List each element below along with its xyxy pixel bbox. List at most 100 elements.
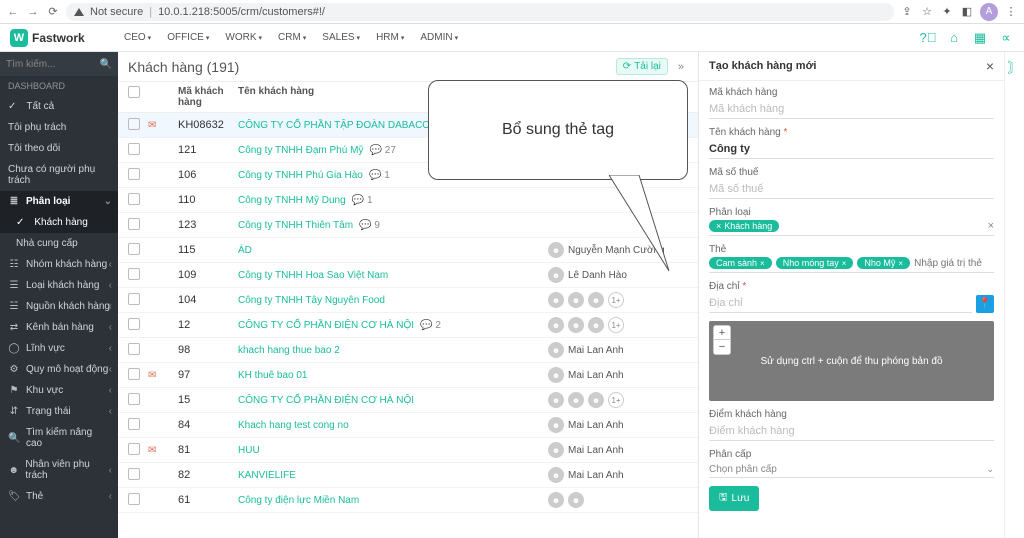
tag-chip[interactable]: Cam sành × bbox=[709, 257, 772, 269]
close-icon[interactable]: × bbox=[986, 58, 994, 74]
apps-icon[interactable]: ▦ bbox=[972, 30, 988, 46]
star-icon[interactable]: ☆ bbox=[920, 5, 934, 19]
cat-tagbox[interactable]: × Khách hàng × bbox=[709, 220, 994, 236]
map[interactable]: + − Sử dụng ctrl + cuộn để thu phóng bản… bbox=[709, 321, 994, 401]
sidebar-adv-search[interactable]: 🔍Tìm kiếm nâng cao bbox=[0, 422, 118, 454]
sidebar-customers[interactable]: Khách hàng bbox=[0, 212, 118, 233]
row-checkbox[interactable] bbox=[128, 393, 140, 405]
customer-link[interactable]: HUU bbox=[238, 445, 260, 456]
row-checkbox[interactable] bbox=[128, 443, 140, 455]
tax-input[interactable] bbox=[709, 180, 994, 199]
customer-link[interactable]: Công ty TNHH Đạm Phú Mỹ bbox=[238, 145, 363, 156]
nav-fwd-icon[interactable]: → bbox=[26, 5, 40, 19]
customer-link[interactable]: ÁD bbox=[238, 245, 252, 256]
tag-remove-icon[interactable]: × bbox=[842, 259, 847, 268]
sidebar-all[interactable]: Tất cả bbox=[0, 96, 118, 117]
row-checkbox[interactable] bbox=[128, 468, 140, 480]
customer-link[interactable]: KH thuê bao 01 bbox=[238, 370, 308, 381]
table-row[interactable]: 98khach hang thue bao 2☻Mai Lan Anh bbox=[118, 338, 698, 363]
row-checkbox[interactable] bbox=[128, 143, 140, 155]
tag-chip[interactable]: Nho Mỹ × bbox=[857, 257, 910, 269]
sidebar-sources[interactable]: ☱Nguồn khách hàng bbox=[0, 296, 118, 317]
clear-cat-icon[interactable]: × bbox=[988, 220, 994, 232]
row-checkbox[interactable] bbox=[128, 368, 140, 380]
table-row[interactable]: 104Công ty TNHH Tây Nguyên Food☻☻☻1+ bbox=[118, 288, 698, 313]
collapse-icon[interactable]: » bbox=[674, 61, 688, 73]
table-row[interactable]: ✉81HUU☻Mai Lan Anh bbox=[118, 438, 698, 463]
customer-link[interactable]: Công ty TNHH Phú Gia Hào bbox=[238, 170, 363, 181]
row-checkbox[interactable] bbox=[128, 268, 140, 280]
sidebar-noone[interactable]: Chưa có người phụ trách bbox=[0, 159, 118, 191]
menu-hrm[interactable]: HRM ▾ bbox=[370, 28, 410, 47]
sidebar-mine[interactable]: Tôi phụ trách bbox=[0, 117, 118, 138]
row-checkbox[interactable] bbox=[128, 493, 140, 505]
customer-link[interactable]: khach hang thue bao 2 bbox=[238, 345, 340, 356]
table-row[interactable]: 15CÔNG TY CỔ PHẦN ĐIỆN CƠ HÀ NỘI☻☻☻1+ bbox=[118, 388, 698, 413]
menu-sales[interactable]: SALES ▾ bbox=[316, 28, 366, 47]
menu-crm[interactable]: CRM ▾ bbox=[272, 28, 312, 47]
addr-input[interactable] bbox=[709, 294, 972, 313]
share-link-icon[interactable]: ∝ bbox=[998, 30, 1014, 46]
sidebar-channels[interactable]: ⇄Kênh bán hàng bbox=[0, 317, 118, 338]
row-checkbox[interactable] bbox=[128, 243, 140, 255]
row-checkbox[interactable] bbox=[128, 343, 140, 355]
col-code[interactable]: Mã khách hàng bbox=[178, 86, 238, 108]
customer-link[interactable]: Khach hang test cong no bbox=[238, 420, 349, 431]
customer-link[interactable]: KANVIELIFE bbox=[238, 470, 296, 481]
inbox-icon[interactable]: ⌂ bbox=[946, 30, 962, 46]
customer-link[interactable]: CÔNG TY CỔ PHẦN ĐIỆN CƠ HÀ NỘI bbox=[238, 320, 414, 331]
puzzle-icon[interactable]: ◧ bbox=[960, 5, 974, 19]
sidebar-field[interactable]: ◯Lĩnh vực bbox=[0, 338, 118, 359]
row-checkbox[interactable] bbox=[128, 318, 140, 330]
nav-reload-icon[interactable]: ⟳ bbox=[46, 5, 60, 19]
row-checkbox[interactable] bbox=[128, 418, 140, 430]
nav-back-icon[interactable]: ← bbox=[6, 5, 20, 19]
customer-link[interactable]: Công ty TNHH Mỹ Dung bbox=[238, 195, 346, 206]
table-row[interactable]: ✉97KH thuê bao 01☻Mai Lan Anh bbox=[118, 363, 698, 388]
tag-remove-icon[interactable]: × bbox=[898, 259, 903, 268]
tag-tagbox[interactable]: Cam sành × Nho móng tay ×Nho Mỹ × bbox=[709, 257, 994, 273]
share-icon[interactable]: ⇪ bbox=[900, 5, 914, 19]
locate-icon[interactable]: 📍 bbox=[976, 295, 994, 313]
table-row[interactable]: 82KANVIELIFE☻Mai Lan Anh bbox=[118, 463, 698, 488]
level-select[interactable]: Chọn phân cấp⌄ bbox=[709, 462, 994, 478]
customer-link[interactable]: Công ty TNHH Tây Nguyên Food bbox=[238, 295, 385, 306]
menu-admin[interactable]: ADMIN ▾ bbox=[414, 28, 464, 47]
select-all-checkbox[interactable] bbox=[128, 86, 140, 98]
sidebar-types[interactable]: ☰Loại khách hàng bbox=[0, 275, 118, 296]
brand[interactable]: W Fastwork bbox=[10, 29, 118, 47]
save-button[interactable]: 🖫Lưu bbox=[709, 486, 759, 511]
menu-office[interactable]: OFFICE ▾ bbox=[161, 28, 215, 47]
customer-link[interactable]: Công ty TNHH Thiên Tâm bbox=[238, 220, 353, 231]
sidebar-category[interactable]: ≣Phân loại bbox=[0, 191, 118, 212]
customer-link[interactable]: Công ty TNHH Hoa Sao Việt Nam bbox=[238, 270, 388, 281]
reload-button[interactable]: ⟳Tải lại bbox=[616, 58, 668, 75]
help-icon[interactable]: ?⃝ bbox=[920, 30, 936, 46]
row-checkbox[interactable] bbox=[128, 218, 140, 230]
extensions-icon[interactable]: ✦ bbox=[940, 5, 954, 19]
sidebar-dashboard[interactable]: DASHBOARD bbox=[0, 76, 118, 96]
cat-tag[interactable]: × Khách hàng bbox=[709, 220, 779, 232]
table-row[interactable]: 12CÔNG TY CỔ PHẦN ĐIỆN CƠ HÀ NỘI 💬 2☻☻☻1… bbox=[118, 313, 698, 338]
row-checkbox[interactable] bbox=[128, 293, 140, 305]
sidebar-status[interactable]: ⇵Trạng thái bbox=[0, 401, 118, 422]
sidebar-area[interactable]: ⚑Khu vực bbox=[0, 380, 118, 401]
zoom-out-icon[interactable]: − bbox=[714, 340, 730, 354]
sidebar-tag[interactable]: 🏷Thẻ bbox=[0, 486, 118, 507]
sidebar-staff[interactable]: ☻Nhân viên phụ trách bbox=[0, 454, 118, 486]
tag-remove-icon[interactable]: × bbox=[760, 259, 765, 268]
profile-avatar[interactable]: A bbox=[980, 3, 998, 21]
customer-link[interactable]: Công ty điện lực Miền Nam bbox=[238, 495, 359, 506]
kebab-icon[interactable]: ⋮ bbox=[1004, 5, 1018, 19]
drawer-icon[interactable]: 〙 bbox=[1008, 58, 1022, 78]
sidebar-search[interactable]: Tìm kiếm... 🔍 bbox=[0, 52, 118, 76]
sidebar-follow[interactable]: Tôi theo dõi bbox=[0, 138, 118, 159]
tag-input[interactable] bbox=[914, 258, 994, 269]
zoom-in-icon[interactable]: + bbox=[714, 326, 730, 340]
table-row[interactable]: 84Khach hang test cong no☻Mai Lan Anh bbox=[118, 413, 698, 438]
row-checkbox[interactable] bbox=[128, 168, 140, 180]
sidebar-groups[interactable]: ☷Nhóm khách hàng bbox=[0, 254, 118, 275]
customer-link[interactable]: CÔNG TY CỔ PHẦN ĐIỆN CƠ HÀ NỘI bbox=[238, 395, 414, 406]
row-checkbox[interactable] bbox=[128, 118, 140, 130]
tag-chip[interactable]: Nho móng tay × bbox=[776, 257, 854, 269]
